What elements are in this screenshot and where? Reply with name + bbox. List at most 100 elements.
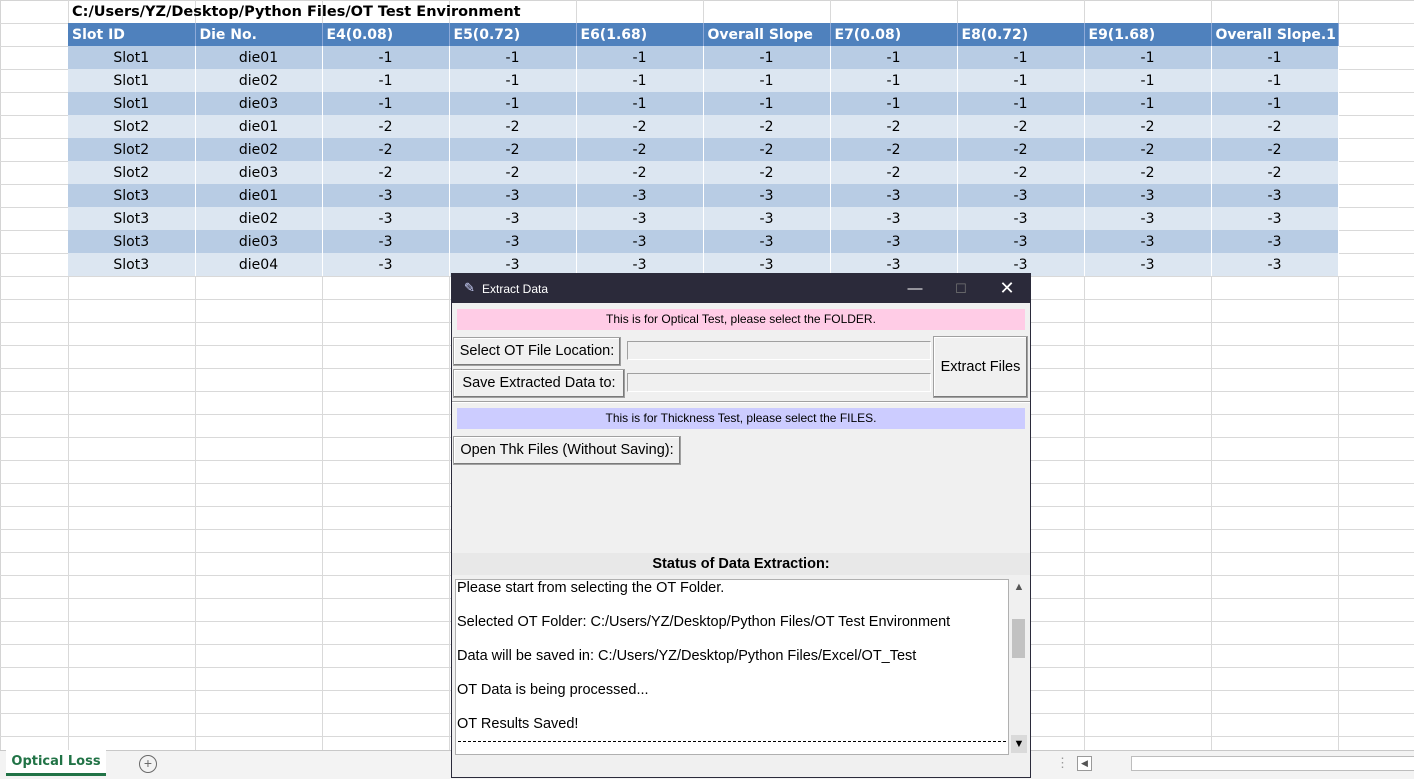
save-location-field[interactable] (627, 373, 931, 392)
table-cell[interactable]: -1 (449, 92, 577, 115)
table-cell[interactable]: -2 (449, 115, 577, 138)
table-cell[interactable]: -3 (449, 184, 577, 207)
log-scrollbar[interactable]: ▲ ▼ (1011, 579, 1027, 755)
table-cell[interactable]: -2 (1084, 138, 1212, 161)
table-cell[interactable]: -2 (830, 115, 958, 138)
table-cell[interactable]: Slot1 (68, 92, 196, 115)
table-cell[interactable]: -1 (1084, 69, 1212, 92)
table-cell[interactable]: -3 (1211, 253, 1339, 276)
table-cell[interactable]: -1 (322, 92, 450, 115)
table-cell[interactable]: die03 (195, 161, 323, 184)
table-cell[interactable]: die01 (195, 115, 323, 138)
table-cell[interactable]: -3 (703, 184, 831, 207)
table-cell[interactable]: die04 (195, 253, 323, 276)
table-cell[interactable]: -1 (1084, 92, 1212, 115)
table-cell[interactable]: Slot1 (68, 46, 196, 69)
table-cell[interactable]: -2 (957, 161, 1085, 184)
table-cell[interactable]: -2 (703, 115, 831, 138)
scrollbar-thumb[interactable] (1012, 619, 1025, 658)
table-cell[interactable]: -2 (703, 138, 831, 161)
table-cell[interactable]: -3 (957, 207, 1085, 230)
table-cell[interactable]: -2 (322, 161, 450, 184)
scroll-down-icon[interactable]: ▼ (1011, 735, 1027, 753)
table-cell[interactable]: -2 (1084, 115, 1212, 138)
table-cell[interactable]: -1 (1211, 69, 1339, 92)
table-cell[interactable]: -3 (703, 207, 831, 230)
table-cell[interactable]: -2 (449, 138, 577, 161)
table-cell[interactable]: -3 (1211, 184, 1339, 207)
table-cell[interactable]: -3 (322, 253, 450, 276)
table-cell[interactable]: -3 (576, 184, 704, 207)
table-cell[interactable]: -3 (830, 207, 958, 230)
table-cell[interactable]: -1 (322, 69, 450, 92)
table-cell[interactable]: die02 (195, 138, 323, 161)
table-cell[interactable]: -3 (1084, 253, 1212, 276)
table-cell[interactable]: -1 (830, 69, 958, 92)
table-cell[interactable]: -2 (1211, 161, 1339, 184)
table-cell[interactable]: -2 (322, 138, 450, 161)
table-cell[interactable]: -1 (957, 69, 1085, 92)
table-cell[interactable]: -1 (703, 69, 831, 92)
table-cell[interactable]: -3 (703, 230, 831, 253)
table-cell[interactable]: die02 (195, 69, 323, 92)
table-cell[interactable]: Slot3 (68, 184, 196, 207)
dialog-titlebar[interactable]: ✎ Extract Data — ☐ ✕ (452, 274, 1030, 303)
table-cell[interactable]: -3 (449, 230, 577, 253)
table-cell[interactable]: -2 (830, 138, 958, 161)
table-cell[interactable]: -3 (322, 207, 450, 230)
extract-files-button[interactable]: Extract Files (933, 336, 1028, 398)
table-cell[interactable]: -2 (322, 115, 450, 138)
table-cell[interactable]: -3 (322, 230, 450, 253)
sheet-tab-optical-loss[interactable]: Optical Loss (6, 750, 106, 776)
table-cell[interactable]: -1 (322, 46, 450, 69)
path-cell[interactable]: C:/Users/YZ/Desktop/Python Files/OT Test… (68, 1, 521, 23)
table-cell[interactable]: -1 (449, 46, 577, 69)
table-cell[interactable]: -2 (576, 115, 704, 138)
table-cell[interactable]: -1 (830, 92, 958, 115)
header-cell[interactable]: E7(0.08) (830, 23, 958, 46)
table-cell[interactable]: Slot3 (68, 207, 196, 230)
table-cell[interactable]: -1 (576, 69, 704, 92)
ot-location-field[interactable] (627, 341, 931, 360)
header-cell[interactable]: E9(1.68) (1084, 23, 1212, 46)
table-cell[interactable]: -2 (1211, 138, 1339, 161)
status-log[interactable]: Please start from selecting the OT Folde… (455, 579, 1009, 755)
header-cell[interactable]: Overall Slope (703, 23, 831, 46)
scroll-left-icon[interactable]: ◀ (1077, 756, 1092, 771)
table-cell[interactable]: -2 (830, 161, 958, 184)
table-cell[interactable]: -1 (1211, 92, 1339, 115)
table-cell[interactable]: -3 (957, 184, 1085, 207)
table-cell[interactable]: -1 (1211, 46, 1339, 69)
header-cell[interactable]: Die No. (195, 23, 323, 46)
select-ot-location-button[interactable]: Select OT File Location: (453, 337, 621, 366)
table-cell[interactable]: -3 (1084, 184, 1212, 207)
table-cell[interactable]: -3 (1211, 207, 1339, 230)
table-cell[interactable]: -1 (1084, 46, 1212, 69)
scroll-up-icon[interactable]: ▲ (1011, 581, 1027, 597)
table-cell[interactable]: Slot3 (68, 230, 196, 253)
open-thk-files-button[interactable]: Open Thk Files (Without Saving): (453, 436, 681, 465)
header-cell[interactable]: E6(1.68) (576, 23, 704, 46)
table-cell[interactable]: die03 (195, 230, 323, 253)
table-cell[interactable]: -3 (449, 207, 577, 230)
table-cell[interactable]: -1 (703, 46, 831, 69)
table-cell[interactable]: -3 (576, 230, 704, 253)
table-cell[interactable]: -1 (576, 92, 704, 115)
table-cell[interactable]: -3 (1084, 207, 1212, 230)
header-cell[interactable]: Overall Slope.1 (1211, 23, 1339, 46)
header-cell[interactable]: E5(0.72) (449, 23, 577, 46)
table-cell[interactable]: -3 (830, 230, 958, 253)
table-cell[interactable]: -3 (576, 207, 704, 230)
header-cell[interactable]: E8(0.72) (957, 23, 1085, 46)
save-extracted-data-button[interactable]: Save Extracted Data to: (453, 369, 625, 398)
header-cell[interactable]: Slot ID (68, 23, 196, 46)
table-cell[interactable]: Slot1 (68, 69, 196, 92)
table-cell[interactable]: -1 (957, 46, 1085, 69)
table-cell[interactable]: Slot2 (68, 161, 196, 184)
table-cell[interactable]: -2 (1211, 115, 1339, 138)
close-button[interactable]: ✕ (984, 274, 1030, 303)
table-cell[interactable]: -2 (957, 138, 1085, 161)
add-sheet-icon[interactable]: + (139, 755, 157, 773)
table-cell[interactable]: -2 (576, 161, 704, 184)
table-cell[interactable]: -3 (1084, 230, 1212, 253)
